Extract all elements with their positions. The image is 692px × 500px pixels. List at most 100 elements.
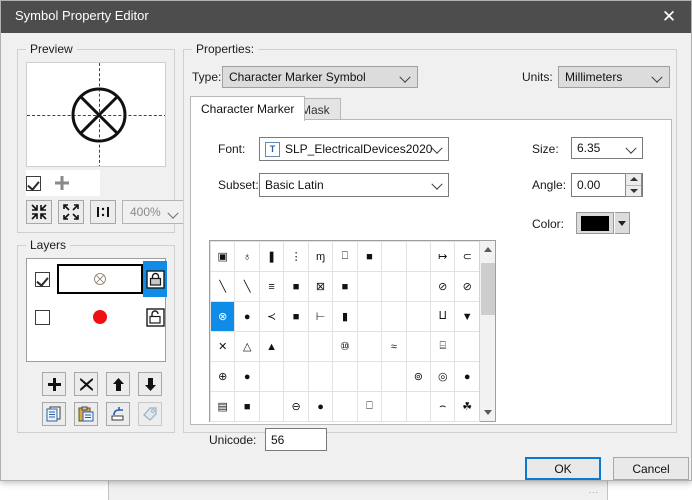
character-grid-cell[interactable]: ▮ — [332, 301, 358, 332]
character-grid-cell[interactable]: ⋮ — [283, 241, 309, 272]
character-grid-cell[interactable] — [332, 361, 358, 392]
zoom-level-select[interactable]: 400% — [122, 200, 184, 224]
character-grid-cell[interactable] — [381, 271, 407, 302]
layer-visibility-checkbox[interactable] — [34, 309, 50, 325]
character-grid-cell[interactable]: ⎕ — [332, 241, 358, 272]
character-grid-cell[interactable]: ▼ — [454, 301, 480, 332]
zoom-shrink-icon[interactable] — [26, 200, 52, 224]
character-grid[interactable]: ▣ ♁ ❚ ⋮ ɱ ⎕ ■ ↦ ⊂ ╲ ╲ ≡ ■ ⊠ ■ ⊘ ⊘ ⊗ ● ≺ ■ ⊢ ▮ ⨿ ▼ ✕ △ ▲ ⑩ ≈ ⌸ ⊕ ● ⊚ ◎ ● ▤ ■ ⊖ ●… — [209, 240, 496, 422]
tab-character-marker[interactable]: Character Marker — [190, 96, 306, 121]
character-grid-cell[interactable]: ⌢ — [430, 391, 456, 422]
angle-stepper-down[interactable] — [626, 186, 641, 197]
character-grid-cell[interactable]: ● — [234, 361, 260, 392]
scroll-down-icon[interactable] — [480, 404, 496, 421]
character-grid-cell[interactable] — [283, 331, 309, 362]
character-grid-cell[interactable] — [356, 331, 383, 362]
character-grid-cell[interactable] — [356, 361, 383, 392]
list-item[interactable] — [27, 299, 167, 335]
character-grid-cell[interactable]: ≡ — [258, 271, 285, 302]
delete-layer-button[interactable] — [74, 372, 98, 396]
character-grid-cell[interactable]: ■ — [332, 271, 358, 302]
character-grid-scrollbar[interactable] — [479, 241, 495, 421]
character-grid-cell[interactable]: ■ — [356, 241, 383, 272]
cancel-button[interactable]: Cancel — [613, 457, 689, 480]
character-grid-cell[interactable] — [405, 331, 432, 362]
character-grid-cell[interactable]: ɱ — [307, 241, 334, 272]
paste-clipboard-icon[interactable] — [74, 402, 98, 426]
character-grid-cell[interactable]: ⊂ — [454, 241, 480, 272]
character-grid-cell[interactable]: ⊠ — [307, 271, 334, 302]
character-grid-cell[interactable] — [405, 271, 432, 302]
character-grid-cell[interactable] — [307, 361, 334, 392]
character-grid-cell[interactable]: ⊗ — [209, 301, 236, 332]
character-grid-cell[interactable] — [381, 361, 407, 392]
character-grid-cell[interactable] — [258, 361, 285, 392]
character-grid-cell[interactable]: ⑩ — [332, 331, 358, 362]
ok-button[interactable]: OK — [525, 457, 601, 480]
zoom-expand-icon[interactable] — [58, 200, 84, 224]
character-grid-cell[interactable]: ⊘ — [430, 271, 456, 302]
character-grid-cell[interactable]: ☘ — [454, 391, 480, 422]
character-grid-cell[interactable] — [381, 241, 407, 272]
character-grid-cell[interactable]: ╲ — [209, 271, 236, 302]
character-grid-cell[interactable] — [283, 361, 309, 392]
copy-document-icon[interactable] — [42, 402, 66, 426]
type-select[interactable]: Character Marker Symbol — [222, 66, 418, 88]
scrollbar-thumb[interactable] — [481, 263, 495, 315]
add-layer-button[interactable] — [42, 372, 66, 396]
crosshair-plus-icon[interactable] — [49, 171, 75, 195]
layer-visibility-checkbox[interactable] — [34, 271, 50, 287]
one-to-one-icon[interactable] — [90, 200, 116, 224]
character-grid-cell[interactable]: △ — [234, 331, 260, 362]
lock-closed-icon[interactable] — [143, 261, 167, 297]
character-grid-cell[interactable]: ⊘ — [454, 271, 480, 302]
character-grid-cell[interactable] — [381, 391, 407, 422]
close-icon[interactable]: ✕ — [647, 1, 691, 33]
character-grid-cell[interactable]: ⌸ — [430, 331, 456, 362]
character-grid-cell[interactable]: ▣ — [209, 241, 236, 272]
font-select[interactable]: T SLP_ElectricalDevices2020 — [259, 137, 449, 161]
character-grid-cell[interactable]: ⨿ — [430, 301, 456, 332]
character-grid-cell[interactable] — [307, 331, 334, 362]
lock-open-icon[interactable] — [143, 299, 167, 335]
character-grid-cell[interactable]: ■ — [234, 391, 260, 422]
character-grid-cell[interactable] — [258, 391, 285, 422]
character-grid-cell[interactable]: ⊢ — [307, 301, 334, 332]
character-grid-cell[interactable] — [405, 391, 432, 422]
character-grid-cell[interactable]: ● — [454, 361, 480, 392]
character-grid-cell[interactable]: ♁ — [234, 241, 260, 272]
character-grid-cell[interactable] — [356, 271, 383, 302]
character-grid-cell[interactable] — [405, 241, 432, 272]
character-grid-cell[interactable]: ≺ — [258, 301, 285, 332]
character-grid-cell[interactable]: ╲ — [234, 271, 260, 302]
character-grid-cell[interactable]: ❚ — [258, 241, 285, 272]
character-grid-cell[interactable]: ⊕ — [209, 361, 236, 392]
character-grid-cell[interactable] — [405, 301, 432, 332]
character-grid-cell[interactable]: ✕ — [209, 331, 236, 362]
character-grid-cell[interactable]: ⊚ — [405, 361, 432, 392]
character-grid-cell[interactable]: ● — [307, 391, 334, 422]
flip-arrow-icon[interactable] — [106, 402, 130, 426]
character-grid-cell[interactable] — [381, 301, 407, 332]
character-grid-cell[interactable]: ▲ — [258, 331, 285, 362]
character-grid-cell[interactable]: ◎ — [430, 361, 456, 392]
size-select[interactable]: 6.35 — [571, 137, 643, 159]
character-grid-cell[interactable]: ↦ — [430, 241, 456, 272]
angle-stepper[interactable] — [625, 173, 642, 197]
color-dropdown-button[interactable] — [615, 212, 630, 234]
unicode-input[interactable]: 56 — [265, 428, 327, 451]
character-grid-cell[interactable] — [356, 301, 383, 332]
character-grid-cell[interactable]: ⊖ — [283, 391, 309, 422]
character-grid-cell[interactable]: ■ — [283, 301, 309, 332]
preview-canvas[interactable] — [26, 62, 166, 167]
tag-icon[interactable] — [138, 402, 162, 426]
list-item[interactable] — [27, 261, 167, 297]
subset-select[interactable]: Basic Latin — [259, 173, 449, 197]
character-grid-cell[interactable]: ⎕ — [356, 391, 383, 422]
character-grid-cell[interactable]: ■ — [283, 271, 309, 302]
angle-stepper-up[interactable] — [626, 174, 641, 186]
color-swatch[interactable] — [576, 212, 614, 234]
layers-list[interactable] — [26, 258, 167, 362]
move-layer-down-button[interactable] — [138, 372, 162, 396]
move-layer-up-button[interactable] — [106, 372, 130, 396]
